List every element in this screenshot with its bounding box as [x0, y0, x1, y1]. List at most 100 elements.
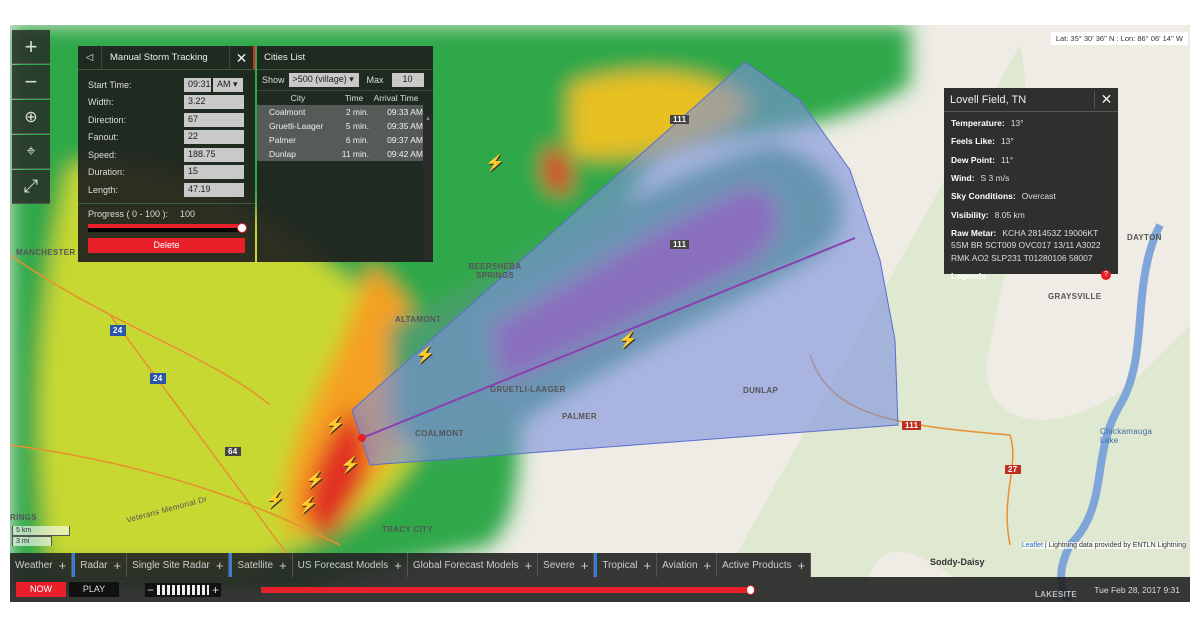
legends-label[interactable]: Legends — [951, 270, 986, 282]
tab-aviation[interactable]: Aviation + — [657, 553, 718, 577]
lightning-icon: ⚡ — [340, 457, 360, 474]
zoom-out-button[interactable]: − — [12, 65, 50, 99]
tab-label: Single Site Radar — [132, 559, 210, 571]
city-row[interactable]: Palmer 6 min. 09:37 AM — [257, 133, 423, 147]
route-shield: 27 — [1005, 465, 1021, 474]
field-input[interactable]: 67 — [184, 112, 244, 127]
speed-level[interactable] — [157, 584, 210, 595]
interstate-shield: 24 — [150, 373, 166, 384]
tab-label: Aviation — [662, 559, 698, 571]
map-label: DUNLAP — [743, 386, 779, 395]
timeline-bar: NOW PLAY − + Tue Feb 28, 2017 9:31 — [10, 577, 1190, 602]
zoom-in-button[interactable]: + — [12, 30, 50, 64]
weather-map[interactable]: ⚡ ⚡ ⚡ ⚡ ⚡ ⚡ ⚡ ⚡ MANCHESTER BEERSHEBA SPR… — [10, 25, 1190, 602]
station-value: S 3 m/s — [980, 172, 1010, 183]
tab-satellite[interactable]: Satellite + — [229, 553, 293, 577]
map-label: GRAYSVILLE — [1048, 292, 1102, 301]
map-label: BEERSHEBA SPRINGS — [468, 262, 522, 280]
map-label: ALTAMONT — [395, 315, 442, 324]
map-label: DAYTON — [1127, 233, 1162, 242]
column-header[interactable]: Arrival Time — [369, 93, 423, 103]
field-input[interactable]: 15 — [184, 165, 244, 180]
station-row: Temperature: 13° — [944, 114, 1118, 132]
field-input[interactable]: 09:31 — [184, 77, 211, 92]
field-row: Start Time: 09:31 AM ▾ — [78, 76, 255, 94]
city-time: 11 min. — [341, 149, 369, 159]
location-pin-icon[interactable]: ⌖ — [12, 135, 50, 169]
panel-title: Manual Storm Tracking — [110, 52, 208, 63]
storm-icon: ◁ — [78, 46, 102, 69]
plus-icon[interactable]: + — [644, 558, 652, 573]
column-header[interactable]: Time — [339, 93, 369, 103]
scale-mi: 3 mi — [12, 536, 52, 546]
plus-icon[interactable]: + — [113, 558, 121, 573]
plus-icon[interactable]: + — [394, 558, 402, 573]
tab-active-products[interactable]: Active Products + — [717, 553, 812, 577]
coordinates-readout: Lat: 35° 30' 36'' N : Lon: 86° 06' 14'' … — [1050, 32, 1188, 45]
tab-weather[interactable]: Weather + — [10, 553, 73, 577]
plus-icon[interactable]: + — [216, 558, 224, 573]
column-header[interactable]: City — [257, 93, 339, 103]
field-input[interactable]: 22 — [184, 130, 244, 145]
progress-slider[interactable] — [88, 222, 247, 233]
lightning-icon: ⚡ — [415, 347, 435, 364]
leaflet-link[interactable]: Leaflet — [1022, 542, 1043, 549]
city-row[interactable]: Gruetli-Laager 5 min. 09:35 AM — [257, 119, 423, 133]
ampm-select[interactable]: AM ▾ — [213, 77, 243, 92]
tab-severe[interactable]: Severe + — [538, 553, 595, 577]
field-input[interactable]: 188.75 — [184, 147, 244, 162]
station-key: Visibility: — [951, 209, 989, 220]
station-row: Visibility: 8.05 km — [944, 206, 1118, 224]
map-label: GRUETLI-LAAGER — [490, 385, 566, 394]
station-value: 8.05 km — [994, 209, 1025, 220]
field-input[interactable]: 3.22 — [184, 95, 244, 110]
plus-icon[interactable]: + — [581, 558, 589, 573]
tab-global-forecast-models[interactable]: Global Forecast Models + — [408, 553, 539, 577]
speed-increase-button[interactable]: + — [212, 583, 219, 597]
cities-list-panel: Cities List Show >500 (village) ▾ Max 10… — [257, 46, 433, 262]
fullscreen-icon[interactable]: ⤢ — [12, 170, 50, 204]
city-time: 5 min. — [345, 121, 369, 131]
close-button[interactable]: ✕ — [229, 46, 255, 69]
plus-icon[interactable]: + — [59, 558, 67, 573]
close-button[interactable]: ✕ — [1094, 91, 1118, 108]
station-row: Raw Metar: KCHA 281453Z 19006KT 5SM BR SC… — [944, 224, 1118, 267]
field-input[interactable]: 47.19 — [184, 182, 244, 197]
max-input[interactable]: 10 — [391, 73, 424, 87]
plus-icon[interactable]: + — [704, 558, 712, 573]
lightning-icon: ⚡ — [265, 492, 285, 509]
city-time: 6 min. — [345, 135, 369, 145]
play-button[interactable]: PLAY — [69, 582, 119, 597]
map-label: RINGS — [10, 513, 37, 522]
scrollbar[interactable]: ▴ — [423, 114, 433, 260]
station-row: Feels Like: 13° — [944, 132, 1118, 150]
delete-button[interactable]: Delete — [88, 237, 245, 253]
station-key: Sky Conditions: — [951, 191, 1016, 202]
tab-radar[interactable]: Radar + — [72, 553, 128, 577]
plus-icon[interactable]: + — [524, 558, 532, 573]
timeline-slider[interactable] — [261, 584, 756, 595]
speed-control: − + — [145, 582, 222, 597]
city-row[interactable]: Coalmont 2 min. 09:33 AM — [257, 105, 423, 119]
tab-single-site-radar[interactable]: Single Site Radar + — [127, 553, 230, 577]
show-select[interactable]: >500 (village) ▾ — [288, 73, 359, 87]
help-icon[interactable]: ? — [1101, 269, 1111, 280]
now-button[interactable]: NOW — [16, 582, 66, 597]
tab-label: Satellite — [237, 559, 274, 571]
station-row: Wind: S 3 m/s — [944, 169, 1118, 187]
map-label: Soddy-Daisy — [930, 557, 985, 567]
field-row: Width: 3.22 — [78, 94, 255, 112]
route-shield: 64 — [225, 447, 241, 456]
station-info-panel: Lovell Field, TN ✕ Temperature: 13° Feels … — [944, 88, 1118, 281]
tab-tropical[interactable]: Tropical + — [594, 553, 658, 577]
city-row[interactable]: Dunlap 11 min. 09:42 AM — [257, 147, 423, 161]
speed-decrease-button[interactable]: − — [147, 583, 154, 597]
plus-icon[interactable]: + — [279, 558, 287, 573]
plus-icon[interactable]: + — [798, 558, 806, 573]
city-name: Gruetli-Laager — [269, 121, 324, 131]
tab-us-forecast-models[interactable]: US Forecast Models + — [293, 553, 408, 577]
station-row: Sky Conditions: Overcast — [944, 187, 1118, 205]
lightning-icon: ⚡ — [485, 155, 505, 172]
field-label: Speed: — [88, 149, 117, 160]
zoom-search-icon[interactable]: ⊕ — [12, 100, 50, 134]
